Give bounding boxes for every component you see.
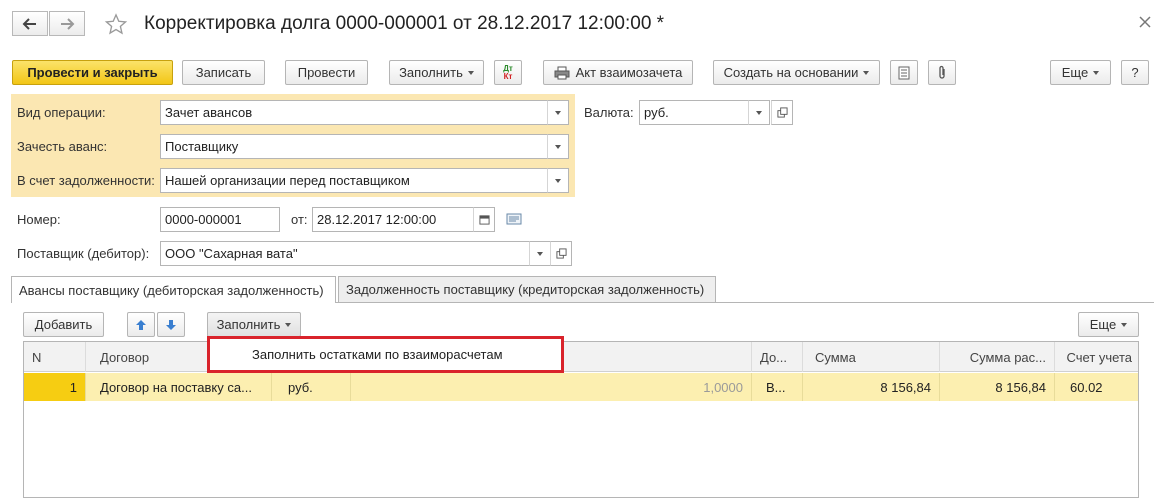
- close-icon[interactable]: [1137, 14, 1153, 30]
- account-cell[interactable]: 60.02: [1055, 373, 1138, 401]
- rate-cell[interactable]: 1,0000: [351, 373, 752, 401]
- column-header-amount-settle[interactable]: Сумма рас...: [940, 342, 1055, 372]
- table-more-button[interactable]: Еще: [1078, 312, 1139, 337]
- number-field[interactable]: 0000-000001: [160, 207, 280, 232]
- number-label: Номер:: [17, 212, 61, 227]
- fill-dropdown-button[interactable]: Заполнить: [389, 60, 484, 85]
- table-fill-dropdown-button[interactable]: Заполнить: [207, 312, 301, 337]
- offset-advance-dropdown[interactable]: [547, 134, 569, 159]
- table-more-label: Еще: [1089, 317, 1117, 332]
- tab-supplier-debt[interactable]: Задолженность поставщику (кредиторская з…: [338, 276, 716, 302]
- amount-cell[interactable]: 8 156,84: [803, 373, 940, 401]
- move-up-button[interactable]: [127, 312, 155, 337]
- fill-with-balances-menu-item[interactable]: Заполнить остатками по взаиморасчетам: [252, 347, 503, 362]
- supplier-field[interactable]: ООО "Сахарная вата": [160, 241, 530, 266]
- dt-kt-button[interactable]: Дт Кт: [494, 60, 522, 85]
- open-link-icon: [555, 248, 567, 259]
- netting-act-button[interactable]: Акт взаимозачета: [543, 60, 693, 85]
- debt-account-field[interactable]: Нашей организации перед поставщиком: [160, 168, 548, 193]
- supplier-open-button[interactable]: [550, 241, 572, 266]
- chevron-down-icon: [863, 70, 870, 75]
- offset-advance-field[interactable]: Поставщику: [160, 134, 548, 159]
- post-and-close-button[interactable]: Провести и закрыть: [12, 60, 173, 85]
- table-fill-label: Заполнить: [216, 317, 281, 332]
- operation-type-dropdown[interactable]: [547, 100, 569, 125]
- chevron-down-icon: [1121, 322, 1128, 327]
- chevron-down-icon: [285, 322, 292, 327]
- back-button[interactable]: [12, 11, 48, 36]
- calendar-icon: [478, 215, 490, 225]
- more-button[interactable]: Еще: [1050, 60, 1111, 85]
- save-button[interactable]: Записать: [182, 60, 265, 85]
- printer-icon: [554, 66, 570, 79]
- chevron-down-icon: [756, 110, 762, 115]
- arrow-up-icon: [136, 319, 146, 330]
- chevron-down-icon: [467, 70, 474, 75]
- chevron-down-icon: [555, 144, 561, 149]
- comment-icon[interactable]: [506, 212, 522, 226]
- currency-open-button[interactable]: [771, 100, 793, 125]
- amount-settle-cell[interactable]: 8 156,84: [940, 373, 1055, 401]
- date-label: от:: [291, 212, 308, 227]
- chevron-down-icon: [537, 251, 543, 256]
- netting-act-label: Акт взаимозачета: [575, 65, 683, 80]
- arrow-right-icon: [61, 17, 75, 30]
- report-button[interactable]: [890, 60, 918, 85]
- arrow-left-icon: [22, 17, 36, 30]
- column-header-n[interactable]: N: [24, 342, 86, 372]
- table-header: N Договор До... Сумма Сумма рас... Счет …: [24, 342, 1138, 372]
- debt-account-label: В счет задолженности:: [17, 173, 155, 188]
- column-header-doc[interactable]: До...: [752, 342, 803, 372]
- post-button[interactable]: Провести: [285, 60, 368, 85]
- offset-advance-label: Зачесть аванс:: [17, 139, 108, 154]
- currency-field[interactable]: руб.: [639, 100, 749, 125]
- forward-button[interactable]: [49, 11, 85, 36]
- create-based-on-label: Создать на основании: [723, 65, 859, 80]
- more-label: Еще: [1061, 65, 1089, 80]
- doc-cell[interactable]: В...: [752, 373, 803, 401]
- add-row-button[interactable]: Добавить: [23, 312, 104, 337]
- supplier-dropdown[interactable]: [529, 241, 551, 266]
- currency-label: Валюта:: [584, 105, 634, 120]
- attach-button[interactable]: [928, 60, 956, 85]
- row-number-cell[interactable]: 1: [24, 373, 86, 401]
- debt-account-dropdown[interactable]: [547, 168, 569, 193]
- star-icon[interactable]: [104, 13, 128, 36]
- table-row[interactable]: 1 Договор на поставку са... руб. 1,0000 …: [24, 373, 1138, 401]
- tab-supplier-advances[interactable]: Авансы поставщику (дебиторская задолженн…: [11, 276, 336, 303]
- kt-label: Кт: [503, 71, 513, 81]
- chevron-down-icon: [555, 178, 561, 183]
- document-icon: [898, 66, 910, 79]
- open-link-icon: [776, 107, 788, 118]
- column-header-account[interactable]: Счет учета: [1055, 342, 1138, 372]
- supplier-label: Поставщик (дебитор):: [17, 246, 150, 261]
- operation-type-label: Вид операции:: [17, 105, 106, 120]
- contract-cell[interactable]: Договор на поставку са...: [86, 373, 272, 401]
- fill-label: Заполнить: [399, 65, 463, 80]
- chevron-down-icon: [555, 110, 561, 115]
- currency-dropdown[interactable]: [748, 100, 770, 125]
- calendar-button[interactable]: [473, 207, 495, 232]
- dt-kt-icon: Дт Кт: [503, 64, 513, 81]
- help-button[interactable]: ?: [1121, 60, 1149, 85]
- currency-cell[interactable]: руб.: [272, 373, 351, 401]
- advances-table: N Договор До... Сумма Сумма рас... Счет …: [23, 341, 1139, 498]
- chevron-down-icon: [1093, 70, 1100, 75]
- fill-menu-popup: Заполнить остатками по взаиморасчетам: [207, 336, 564, 373]
- column-header-amount[interactable]: Сумма: [803, 342, 940, 372]
- move-down-button[interactable]: [157, 312, 185, 337]
- page-title: Корректировка долга 0000-000001 от 28.12…: [144, 13, 665, 34]
- paperclip-icon: [939, 65, 945, 79]
- date-field[interactable]: 28.12.2017 12:00:00: [312, 207, 474, 232]
- operation-type-field[interactable]: Зачет авансов: [160, 100, 548, 125]
- arrow-down-icon: [166, 319, 176, 330]
- create-based-on-button[interactable]: Создать на основании: [713, 60, 880, 85]
